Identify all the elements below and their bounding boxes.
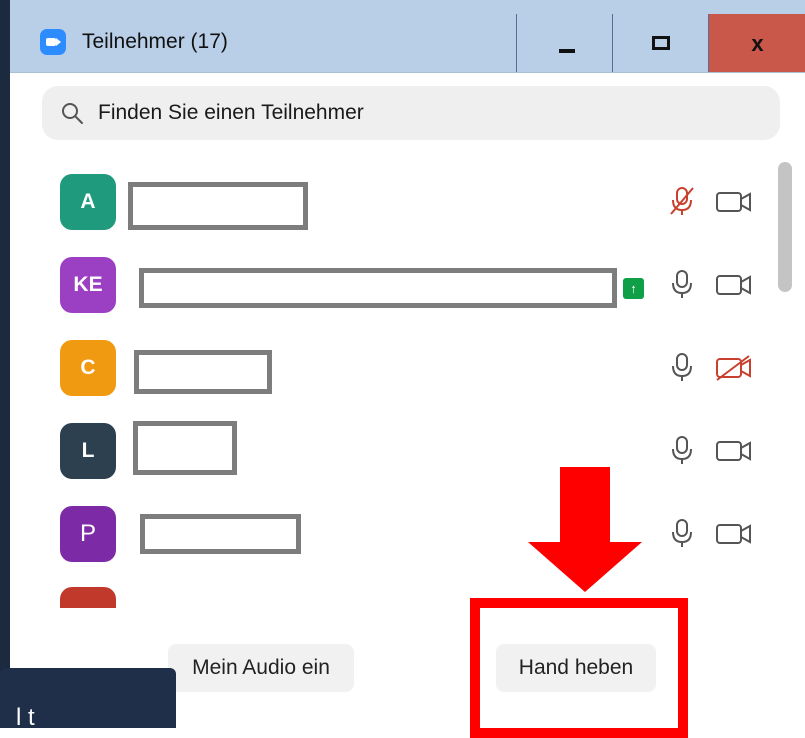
search-input[interactable]: Finden Sie einen Teilnehmer — [42, 86, 780, 140]
redacted-name — [128, 182, 308, 230]
mic-on-icon[interactable] — [670, 269, 694, 299]
participant-row[interactable]: L — [42, 409, 782, 489]
participant-list[interactable]: A KE ↑ C L P — [42, 160, 782, 608]
redacted-name — [140, 514, 301, 554]
participant-row[interactable]: C — [42, 326, 782, 406]
avatar: KE — [60, 257, 116, 313]
close-button[interactable]: x — [708, 14, 805, 72]
left-window-edge — [0, 0, 10, 722]
minimize-icon — [559, 49, 575, 53]
maximize-button[interactable] — [612, 14, 709, 72]
redacted-name — [134, 350, 272, 394]
red-arrow-shaft — [560, 467, 610, 543]
avatar: P — [60, 506, 116, 562]
title-bar[interactable]: Teilnehmer (17) x — [10, 0, 805, 73]
participant-row[interactable]: P — [42, 492, 782, 572]
close-icon: x — [751, 31, 764, 56]
participant-row[interactable]: KE ↑ — [42, 243, 782, 323]
tooltip-text: l t — [16, 704, 35, 731]
redacted-name — [133, 421, 237, 475]
overlay-tooltip: l t — [0, 668, 176, 731]
video-off-icon[interactable] — [715, 272, 753, 298]
avatar: A — [60, 174, 116, 230]
avatar: L — [60, 423, 116, 479]
mic-muted-icon[interactable] — [670, 186, 694, 216]
search-icon — [62, 103, 83, 124]
avatar: C — [60, 340, 116, 396]
avatar — [60, 587, 116, 608]
mic-on-icon[interactable] — [670, 435, 694, 465]
mic-on-icon[interactable] — [670, 518, 694, 548]
video-off-icon[interactable] — [715, 521, 753, 547]
video-off-icon[interactable] — [715, 438, 753, 464]
red-arrow-head — [528, 542, 642, 592]
zoom-camera-icon — [40, 29, 66, 55]
mic-on-icon[interactable] — [670, 352, 694, 382]
redacted-name — [139, 268, 617, 308]
video-off-icon[interactable] — [715, 189, 753, 215]
screen-share-icon: ↑ — [623, 278, 644, 299]
join-audio-button[interactable]: Mein Audio ein — [168, 644, 354, 692]
search-placeholder: Finden Sie einen Teilnehmer — [98, 101, 364, 124]
video-blocked-icon[interactable] — [715, 355, 753, 381]
highlight-box — [470, 598, 688, 738]
scrollbar-thumb[interactable] — [778, 162, 792, 292]
maximize-icon — [652, 36, 670, 50]
window-title: Teilnehmer (17) — [82, 30, 228, 53]
minimize-button[interactable] — [516, 14, 613, 72]
participant-row[interactable]: A — [42, 160, 782, 240]
